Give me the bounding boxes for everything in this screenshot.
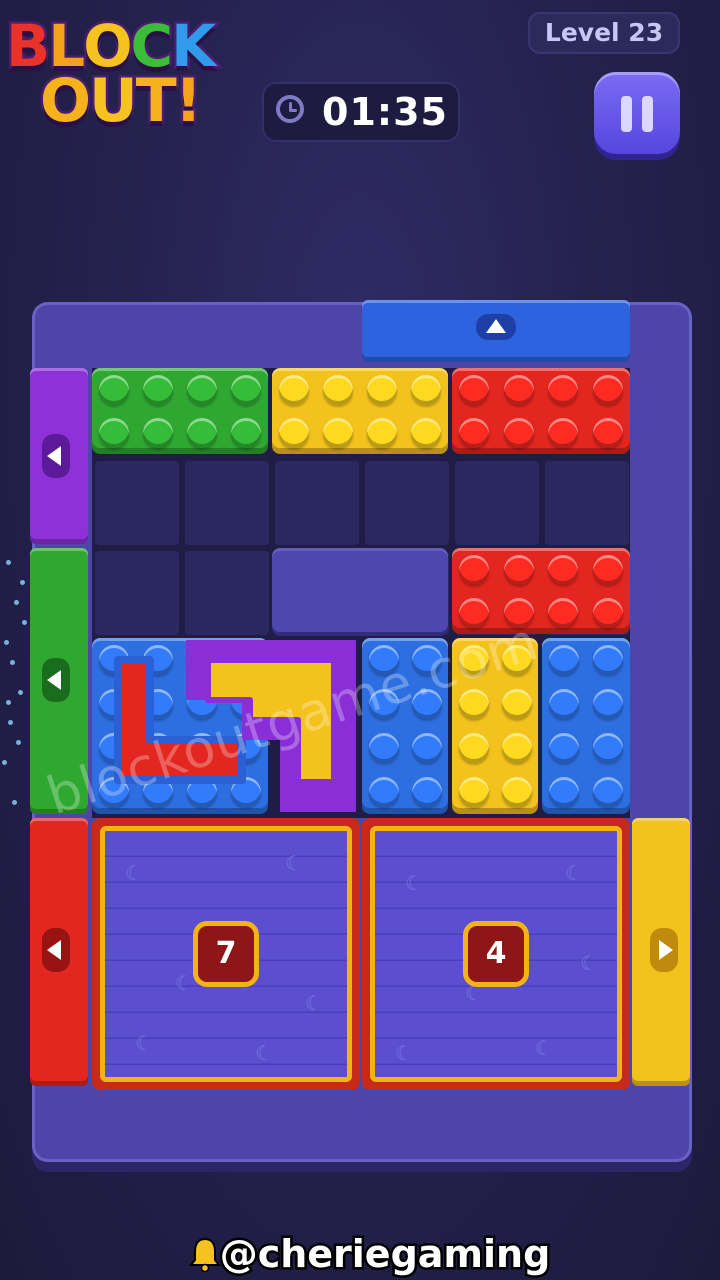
sparkle bbox=[6, 560, 11, 565]
sparkle bbox=[18, 690, 23, 695]
sparkle bbox=[8, 720, 13, 725]
sparkle bbox=[20, 580, 25, 585]
sparkle bbox=[12, 800, 17, 805]
collector-box-right: ☾ ☾ ☾ ☾ ☾ ☾ 4 bbox=[362, 818, 630, 1090]
channel-credit: @cheriegaming bbox=[217, 1230, 553, 1279]
sparkle bbox=[22, 620, 27, 625]
sparkle bbox=[16, 740, 21, 745]
collector-box-left: ☾ ☾ ☾ ☾ ☾ ☾ 7 bbox=[92, 818, 360, 1090]
sparkle bbox=[6, 700, 11, 705]
sparkle bbox=[14, 600, 19, 605]
box-count-badge: 4 bbox=[463, 921, 529, 987]
box-count-badge: 7 bbox=[193, 921, 259, 987]
sparkle bbox=[2, 760, 7, 765]
sparkle bbox=[10, 660, 15, 665]
sparkle bbox=[4, 640, 9, 645]
